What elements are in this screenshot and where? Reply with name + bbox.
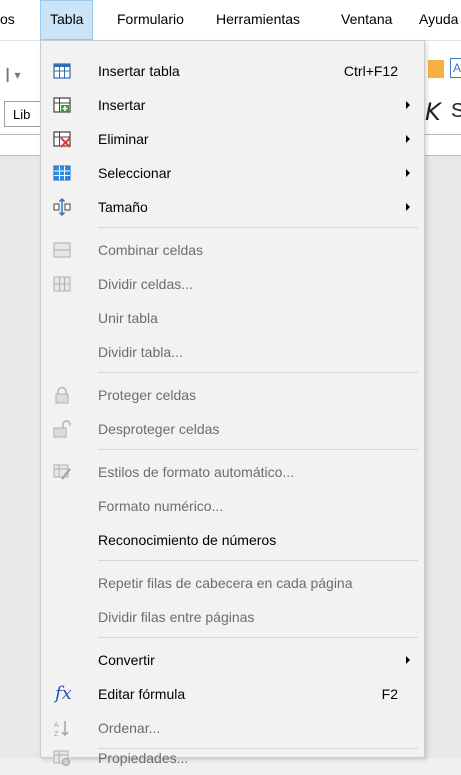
- menuitem-label: Repetir filas de cabecera en cada página: [98, 575, 353, 591]
- menu-partial-label[interactable]: os: [0, 0, 15, 40]
- toolbar-textbox-icon[interactable]: A: [450, 58, 461, 78]
- submenu-arrow-icon: [406, 135, 410, 143]
- separator: [98, 637, 418, 638]
- menu-ayuda[interactable]: Ayuda: [419, 0, 458, 40]
- submenu-arrow-icon: [406, 203, 410, 211]
- menuitem-label: Dividir filas entre páginas: [98, 609, 255, 625]
- select-table-icon: [53, 165, 71, 181]
- svg-text:A: A: [54, 722, 59, 729]
- menuitem-label: Combinar celdas: [98, 242, 204, 258]
- menuitem-label: Dividir tabla...: [98, 344, 183, 360]
- shortcut-label: F2: [381, 686, 398, 702]
- menuitem-ordenar[interactable]: A Z Ordenar...: [41, 711, 424, 745]
- shortcut-label: Ctrl+F12: [343, 63, 398, 79]
- menuitem-label: Unir tabla: [98, 310, 158, 326]
- tabla-dropdown-menu: Insertar tabla Ctrl+F12 Insertar Elimina…: [40, 40, 425, 766]
- menuitem-label: Insertar tabla: [98, 63, 180, 79]
- submenu-arrow-icon: [406, 656, 410, 664]
- menuitem-label: Seleccionar: [98, 165, 172, 181]
- toolbar-dropdown-fragment[interactable]: ┃ ▾: [0, 61, 40, 89]
- menuitem-label: Desproteger celdas: [98, 421, 220, 437]
- font-name-box[interactable]: Lib: [4, 101, 44, 127]
- menuitem-insertar-tabla[interactable]: Insertar tabla Ctrl+F12: [41, 54, 424, 88]
- menuitem-label: Propiedades...: [98, 750, 189, 766]
- underline-button[interactable]: S: [451, 100, 461, 123]
- split-cells-icon: [53, 276, 71, 292]
- menubar: os Tabla Formulario Herramientas Ventana…: [0, 0, 461, 41]
- sort-icon: A Z: [54, 721, 69, 737]
- menu-herramientas[interactable]: Herramientas: [216, 0, 300, 40]
- menuitem-repetir-filas-cabecera[interactable]: Repetir filas de cabecera en cada página: [41, 566, 424, 600]
- menuitem-label: Proteger celdas: [98, 387, 197, 403]
- menu-formulario[interactable]: Formulario: [117, 0, 184, 40]
- menuitem-insertar[interactable]: Insertar: [41, 88, 424, 122]
- separator: [98, 560, 418, 561]
- menuitem-desproteger-celdas[interactable]: Desproteger celdas: [41, 412, 424, 446]
- menuitem-label: Eliminar: [98, 131, 149, 147]
- menuitem-convertir[interactable]: Convertir: [41, 643, 424, 677]
- menuitem-unir-tabla[interactable]: Unir tabla: [41, 301, 424, 335]
- menuitem-reconocimiento-numeros[interactable]: Reconocimiento de números: [41, 523, 424, 557]
- table-properties-icon: [53, 750, 70, 766]
- menuitem-seleccionar[interactable]: Seleccionar: [41, 156, 424, 190]
- ruler-fragment: [0, 134, 40, 156]
- separator: [98, 372, 418, 373]
- formula-icon: fx: [55, 683, 72, 704]
- menuitem-tamano[interactable]: Tamaño: [41, 190, 424, 224]
- italic-button[interactable]: K: [425, 98, 441, 126]
- resize-icon: [53, 198, 71, 216]
- submenu-arrow-icon: [406, 101, 410, 109]
- autoformat-icon: [53, 464, 71, 480]
- menuitem-label: Reconocimiento de números: [98, 532, 277, 548]
- menuitem-editar-formula[interactable]: fx Editar fórmula F2: [41, 677, 424, 711]
- toolbar-color-icon[interactable]: [428, 60, 444, 78]
- menuitem-label: Editar fórmula: [98, 686, 186, 702]
- separator: [98, 227, 418, 228]
- menuitem-estilos-formato-automatico[interactable]: Estilos de formato automático...: [41, 455, 424, 489]
- ruler-fragment-right: [420, 134, 461, 156]
- merge-cells-icon: [53, 242, 71, 258]
- menuitem-dividir-filas-paginas[interactable]: Dividir filas entre páginas: [41, 600, 424, 634]
- menuitem-label: Estilos de formato automático...: [98, 464, 295, 480]
- svg-text:Z: Z: [54, 731, 59, 737]
- lock-icon: [55, 386, 69, 404]
- menuitem-label: Dividir celdas...: [98, 276, 193, 292]
- unlock-icon: [53, 420, 71, 438]
- menu-ventana[interactable]: Ventana: [341, 0, 392, 40]
- menuitem-label: Formato numérico...: [98, 498, 224, 514]
- delete-table-icon: [53, 131, 71, 148]
- menuitem-label: Insertar: [98, 97, 146, 113]
- menuitem-propiedades[interactable]: Propiedades...: [41, 741, 424, 775]
- insert-table-icon: [53, 63, 71, 79]
- menuitem-proteger-celdas[interactable]: Proteger celdas: [41, 378, 424, 412]
- menuitem-eliminar[interactable]: Eliminar: [41, 122, 424, 156]
- separator: [98, 449, 418, 450]
- menuitem-label: Ordenar...: [98, 720, 161, 736]
- menuitem-label: Tamaño: [98, 199, 148, 215]
- menuitem-formato-numerico[interactable]: Formato numérico...: [41, 489, 424, 523]
- submenu-arrow-icon: [406, 169, 410, 177]
- menuitem-dividir-tabla[interactable]: Dividir tabla...: [41, 335, 424, 369]
- menuitem-dividir-celdas[interactable]: Dividir celdas...: [41, 267, 424, 301]
- menuitem-label: Convertir: [98, 652, 155, 668]
- menu-tabla[interactable]: Tabla: [40, 0, 94, 40]
- insert-rows-icon: [53, 97, 71, 113]
- menuitem-combinar-celdas[interactable]: Combinar celdas: [41, 233, 424, 267]
